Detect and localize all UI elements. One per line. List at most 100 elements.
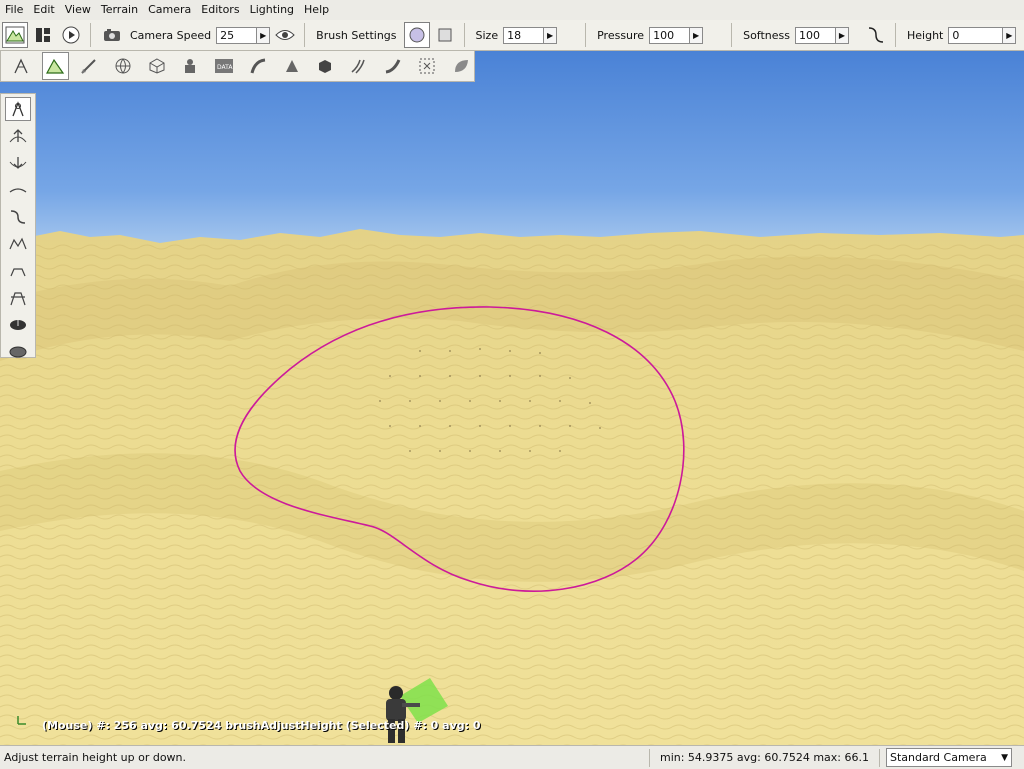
chevron-right-icon: ▶ xyxy=(838,30,846,40)
curve-icon xyxy=(868,27,884,43)
main-toolbar: Camera Speed 25 ▶ Brush Settings Size 18… xyxy=(0,20,1024,51)
terrain-painter-button[interactable] xyxy=(76,52,103,80)
pressure-arrow[interactable]: ▶ xyxy=(690,26,704,44)
chevron-right-icon: ▶ xyxy=(260,30,267,40)
select-brush-icon xyxy=(12,101,24,117)
menu-edit[interactable]: Edit xyxy=(28,0,59,20)
menu-file[interactable]: File xyxy=(0,0,28,20)
size-label: Size xyxy=(475,28,499,42)
terrain-painter-icon xyxy=(81,59,96,74)
camera-icon xyxy=(104,29,120,41)
toolbar-separator xyxy=(731,23,733,47)
viewport-hud-text: (Mouse) #: 256 avg: 60.7524 brushAdjustH… xyxy=(42,719,481,732)
toolbar-separator xyxy=(895,23,896,47)
menu-editors[interactable]: Editors xyxy=(196,0,244,20)
world-editor-button[interactable] xyxy=(2,22,28,48)
road-button[interactable] xyxy=(244,52,271,80)
mesh-icon xyxy=(149,58,165,74)
softness-field[interactable]: 100 xyxy=(795,26,836,44)
size-arrow[interactable]: ▶ xyxy=(544,26,558,44)
lower-height-icon xyxy=(9,157,27,169)
object-editor-icon xyxy=(14,58,28,74)
lower-height-button[interactable] xyxy=(5,151,31,175)
smooth-button[interactable] xyxy=(5,178,31,202)
box-brush-button[interactable] xyxy=(432,22,458,48)
pressure-field[interactable]: 100 xyxy=(649,26,691,44)
mesh-button[interactable] xyxy=(143,52,170,80)
height-label: Height xyxy=(907,28,944,42)
circle-brush-button[interactable] xyxy=(403,22,430,48)
chevron-down-icon: ▼ xyxy=(1001,752,1008,763)
terrain-editor-button[interactable] xyxy=(41,52,69,80)
toolbar-separator xyxy=(463,23,465,47)
svg-text:DATA: DATA xyxy=(217,64,233,71)
camera-button[interactable] xyxy=(99,22,125,48)
menu-camera[interactable]: Camera xyxy=(143,0,196,20)
leaf-button[interactable] xyxy=(447,52,474,80)
clear-terrain-icon xyxy=(10,292,26,306)
camera-speed-arrow[interactable]: ▶ xyxy=(257,26,271,44)
flatten-icon xyxy=(9,237,27,250)
menu-view[interactable]: View xyxy=(60,0,96,20)
camera-speed-field[interactable]: 25 xyxy=(216,26,258,44)
status-message: Adjust terrain height up or down. xyxy=(4,751,187,764)
status-separator xyxy=(879,748,880,767)
status-bar: Adjust terrain height up or down. min: 5… xyxy=(0,745,1024,769)
paint-noise-button[interactable] xyxy=(5,205,31,229)
paint-empty-button[interactable] xyxy=(5,313,31,337)
toolbar-separator xyxy=(90,23,91,47)
flatten-button[interactable] xyxy=(5,232,31,256)
decal-button[interactable] xyxy=(177,52,204,80)
circle-brush-icon xyxy=(409,27,425,43)
menu-help[interactable]: Help xyxy=(299,0,334,20)
chevron-right-icon: ▶ xyxy=(1006,30,1013,40)
layout-icon xyxy=(36,28,50,42)
menu-terrain[interactable]: Terrain xyxy=(96,0,143,20)
brush-settings-label: Brush Settings xyxy=(316,28,397,42)
size-field[interactable]: 18 xyxy=(503,26,545,44)
restore-button[interactable] xyxy=(5,340,31,364)
river-button[interactable] xyxy=(346,52,373,80)
height-stats: min: 54.9375 avg: 60.7524 max: 66.1 xyxy=(659,751,869,764)
navmesh-button[interactable] xyxy=(413,52,440,80)
clear-terrain-button[interactable] xyxy=(5,286,31,310)
editor-toolbar: DATA xyxy=(0,51,475,82)
decal-icon xyxy=(185,59,196,73)
world-button[interactable] xyxy=(109,52,136,80)
smooth-icon xyxy=(9,188,27,193)
set-height-button[interactable] xyxy=(5,259,31,283)
datablock-icon: DATA xyxy=(215,59,233,73)
river-icon xyxy=(351,59,365,74)
raise-height-button[interactable] xyxy=(5,124,31,148)
menu-bar: File Edit View Terrain Camera Editors Li… xyxy=(0,0,1024,21)
terrain-viewport[interactable]: (Mouse) #: 256 avg: 60.7524 brushAdjustH… xyxy=(0,51,1024,745)
leaf-icon xyxy=(454,60,468,72)
restore-icon xyxy=(9,346,27,358)
toolbar-separator xyxy=(304,23,306,47)
camera-mode-dropdown[interactable]: Standard Camera ▼ xyxy=(886,748,1012,767)
select-brush-button[interactable] xyxy=(5,97,31,121)
height-arrow[interactable]: ▶ xyxy=(1003,26,1017,44)
terrain-tool-palette xyxy=(0,93,36,358)
navmesh-icon xyxy=(419,58,435,74)
mesh-road-icon xyxy=(385,59,401,74)
pressure-label: Pressure xyxy=(597,28,645,42)
mesh-road-button[interactable] xyxy=(380,52,407,80)
visibility-button[interactable] xyxy=(272,22,298,48)
terrain-editor-icon xyxy=(46,58,65,74)
chevron-right-icon: ▶ xyxy=(547,30,554,40)
menu-lighting[interactable]: Lighting xyxy=(245,0,299,20)
softness-curve-button[interactable] xyxy=(863,22,889,48)
height-field[interactable]: 0 xyxy=(948,26,1004,44)
shape-button[interactable] xyxy=(312,52,339,80)
gui-editor-button[interactable] xyxy=(30,22,56,48)
mountain-icon xyxy=(5,26,25,44)
datablock-button[interactable]: DATA xyxy=(211,52,238,80)
camera-mode-value: Standard Camera xyxy=(890,751,987,764)
set-height-icon xyxy=(10,268,26,277)
play-button[interactable] xyxy=(58,22,84,48)
forest-button[interactable] xyxy=(278,52,305,80)
object-editor-button[interactable] xyxy=(8,52,35,80)
softness-arrow[interactable]: ▶ xyxy=(836,26,849,44)
terrain-scene xyxy=(0,51,1024,745)
